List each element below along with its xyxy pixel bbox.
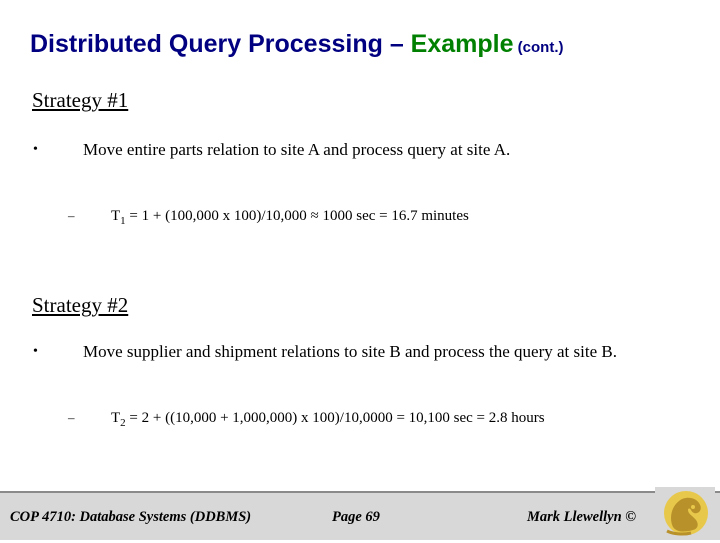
t1-symbol: T xyxy=(111,208,121,224)
t1-equation: = 1 + (100,000 x 100)/10,000 ≈ 1000 sec … xyxy=(125,208,469,224)
footer-author: Mark Llewellyn © xyxy=(527,509,637,525)
bullet-marker: • xyxy=(33,142,38,157)
strategy-2-subbullet: – T2 = 2 + ((10,000 + 1,000,000) x 100)/… xyxy=(68,408,678,433)
strategy-1-heading: Strategy #1 xyxy=(32,88,129,112)
ucf-knight-logo-icon xyxy=(655,487,715,538)
t2-symbol: T xyxy=(111,410,121,426)
strategy-1-subbullet-text: T1 = 1 + (100,000 x 100)/10,000 ≈ 1000 s… xyxy=(111,206,678,231)
subbullet-marker: – xyxy=(68,208,75,223)
page-title: Distributed Query Processing – Example (… xyxy=(30,30,690,59)
strategy-1-bullet-text: Move entire parts relation to site A and… xyxy=(83,140,511,159)
strategy-2-subbullet-text: T2 = 2 + ((10,000 + 1,000,000) x 100)/10… xyxy=(111,408,678,433)
subbullet-marker: – xyxy=(68,410,75,425)
t2-equation: = 2 + ((10,000 + 1,000,000) x 100)/10,00… xyxy=(125,410,545,426)
footer-course-label: COP 4710: Database Systems (DDBMS) xyxy=(10,509,252,525)
footer-content: COP 4710: Database Systems (DDBMS) Page … xyxy=(0,505,720,533)
footer-page-number: Page 69 xyxy=(332,509,380,525)
strategy-1-subbullet: – T1 = 1 + (100,000 x 100)/10,000 ≈ 1000… xyxy=(68,206,678,231)
strategy-2-heading: Strategy #2 xyxy=(32,293,129,317)
strategy-1-bullet: • Move entire parts relation to site A a… xyxy=(33,139,678,161)
strategy-2-bullet: • Move supplier and shipment relations t… xyxy=(33,341,678,363)
bullet-marker: • xyxy=(33,344,38,359)
slide: Distributed Query Processing – Example (… xyxy=(0,0,720,540)
strategy-2-bullet-text: Move supplier and shipment relations to … xyxy=(83,342,617,361)
page-title-part1: Distributed Query Processing – xyxy=(30,30,411,58)
footer-bar: COP 4710: Database Systems (DDBMS) Page … xyxy=(0,491,720,540)
page-title-cont: (cont.) xyxy=(513,39,564,56)
page-title-example: Example xyxy=(410,30,514,58)
